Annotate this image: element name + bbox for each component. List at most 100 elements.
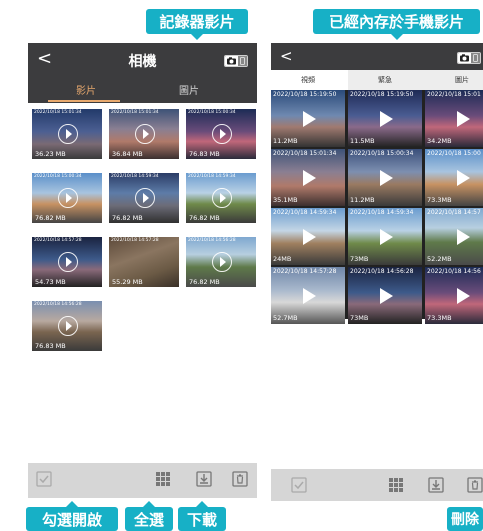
play-icon[interactable] <box>58 188 78 208</box>
tab-photos[interactable]: 圖片 <box>455 75 469 85</box>
video-thumbnail[interactable]: 2022/10/18 14:57:28 54.73 MB <box>32 237 102 287</box>
play-icon[interactable] <box>135 188 155 208</box>
video-timestamp: 2022/10/18 15:00:34 <box>34 174 82 179</box>
video-thumbnail[interactable]: 2022/10/18 15:01:34 36.84 MB <box>109 109 179 159</box>
video-thumbnail[interactable]: 2022/10/18 15:19:50 11.2MB <box>271 90 345 147</box>
phone-storage-screen: < 視頻 緊急 圖片 2022/10/18 15:19:50 11.2MB 20… <box>271 43 483 324</box>
camera-phone-toggle[interactable] <box>224 55 248 67</box>
play-icon[interactable] <box>303 287 316 304</box>
recorder-videos-callout-text: 記錄器影片 <box>159 13 235 31</box>
camera-phone-toggle[interactable] <box>457 52 481 64</box>
video-timestamp: 2022/10/18 15:19:50 <box>273 91 337 98</box>
phone-videos-callout-text: 已經內存於手機影片 <box>328 13 464 31</box>
select-all-callout-text: 全選 <box>133 510 164 529</box>
download-callout-text: 下載 <box>186 510 217 529</box>
camera-icon[interactable] <box>458 53 471 63</box>
play-icon[interactable] <box>58 252 78 272</box>
play-icon[interactable] <box>380 110 393 127</box>
video-size: 73MB <box>350 314 369 322</box>
trash-icon[interactable] <box>232 471 248 487</box>
check-icon[interactable] <box>36 471 52 487</box>
play-icon[interactable] <box>457 110 470 127</box>
video-size: 76.82 MB <box>189 278 220 286</box>
video-thumbnail[interactable]: 2022/10/18 15:01:34 35.1MB <box>271 149 345 206</box>
trash-icon[interactable] <box>467 477 483 493</box>
play-icon[interactable] <box>457 228 470 245</box>
video-size: 11.5MB <box>350 137 375 145</box>
video-thumbnail[interactable]: 2022/10/18 15:00 73.3MB <box>425 149 483 206</box>
video-thumbnail[interactable]: 2022/10/18 15:00:34 76.83 MB <box>186 109 256 159</box>
video-timestamp: 2022/10/18 14:59:34 <box>273 209 337 216</box>
video-size: 73MB <box>350 255 369 263</box>
video-thumbnail[interactable]: 2022/10/18 14:57:28 55.29 MB <box>109 237 179 287</box>
play-icon[interactable] <box>380 169 393 186</box>
video-thumbnail[interactable]: 2022/10/18 14:59:34 76.82 MB <box>186 173 256 223</box>
video-size: 36.84 MB <box>112 150 143 158</box>
play-icon[interactable] <box>212 252 232 272</box>
video-thumbnail[interactable]: 2022/10/18 15:00:34 76.82 MB <box>32 173 102 223</box>
video-thumbnail[interactable]: 2022/10/18 14:56:28 76.83 MB <box>32 301 102 351</box>
play-icon[interactable] <box>303 110 316 127</box>
video-timestamp: 2022/10/18 15:01 <box>427 91 481 98</box>
back-button[interactable]: < <box>280 47 293 65</box>
play-icon[interactable] <box>380 287 393 304</box>
video-timestamp: 2022/10/18 14:57:28 <box>34 238 82 243</box>
video-size: 76.82 MB <box>189 214 220 222</box>
phone-icon[interactable] <box>471 53 480 63</box>
video-timestamp: 2022/10/18 14:57:28 <box>273 268 337 275</box>
video-size: 52.7MB <box>273 314 298 322</box>
video-thumbnail[interactable]: 2022/10/18 15:19:50 11.5MB <box>348 90 422 147</box>
tab-emergency[interactable]: 緊急 <box>378 75 392 85</box>
download-icon[interactable] <box>428 477 444 493</box>
play-icon[interactable] <box>303 228 316 245</box>
delete-callout-text: 刪除 <box>451 512 479 528</box>
video-size: 11.2MB <box>350 196 375 204</box>
video-timestamp: 2022/10/18 14:56:28 <box>350 268 414 275</box>
phone-icon[interactable] <box>238 56 247 66</box>
video-timestamp: 2022/10/18 14:59:34 <box>350 209 414 216</box>
video-thumbnail[interactable]: 2022/10/18 14:56 73.3MB <box>425 267 483 324</box>
video-size: 73.3MB <box>427 196 452 204</box>
video-thumbnail[interactable]: 2022/10/18 14:59:34 73MB <box>348 208 422 265</box>
play-icon[interactable] <box>58 124 78 144</box>
video-thumbnail[interactable]: 2022/10/18 15:00:34 11.2MB <box>348 149 422 206</box>
page-title: 相機 <box>128 54 157 70</box>
video-timestamp: 2022/10/18 14:59:34 <box>111 174 159 179</box>
play-icon[interactable] <box>135 124 155 144</box>
video-thumbnail[interactable]: 2022/10/18 14:57 52.2MB <box>425 208 483 265</box>
play-icon[interactable] <box>303 169 316 186</box>
play-icon[interactable] <box>457 169 470 186</box>
play-icon[interactable] <box>457 287 470 304</box>
tab-videos[interactable]: 視頻 <box>301 75 315 85</box>
video-thumbnail[interactable]: 2022/10/18 15:01 34.2MB <box>425 90 483 147</box>
video-timestamp: 2022/10/18 14:56:28 <box>34 302 82 307</box>
camera-icon[interactable] <box>225 56 238 66</box>
video-timestamp: 2022/10/18 14:57:28 <box>111 238 159 243</box>
play-icon[interactable] <box>380 228 393 245</box>
download-callout: 下載 <box>178 501 226 531</box>
video-thumbnail[interactable]: 2022/10/18 14:59:34 76.82 MB <box>109 173 179 223</box>
grid-icon[interactable] <box>155 471 171 487</box>
select-enable-callout: 勾選開啟 <box>26 501 118 531</box>
video-timestamp: 2022/10/18 15:19:50 <box>350 91 414 98</box>
select-enable-callout-text: 勾選開啟 <box>41 510 102 529</box>
recorder-videos-callout: 記錄器影片 <box>146 9 248 40</box>
play-icon[interactable] <box>212 124 232 144</box>
video-thumbnail[interactable]: 2022/10/18 14:57:28 52.7MB <box>271 267 345 324</box>
tab-videos[interactable]: 影片 <box>76 82 96 97</box>
video-timestamp: 2022/10/18 14:59:34 <box>188 174 236 179</box>
check-icon[interactable] <box>291 477 307 493</box>
video-thumbnail[interactable]: 2022/10/18 15:01:34 36.23 MB <box>32 109 102 159</box>
tab-photos[interactable]: 圖片 <box>179 82 199 97</box>
play-icon[interactable] <box>58 316 78 336</box>
recorder-header: < 相機 <box>28 43 257 78</box>
video-timestamp: 2022/10/18 15:01:34 <box>34 110 82 115</box>
video-thumbnail[interactable]: 2022/10/18 14:56:28 76.82 MB <box>186 237 256 287</box>
video-thumbnail[interactable]: 2022/10/18 14:56:28 73MB <box>348 267 422 324</box>
video-thumbnail[interactable]: 2022/10/18 14:59:34 24MB <box>271 208 345 265</box>
grid-icon[interactable] <box>388 477 404 493</box>
phone-storage-header: < <box>271 43 483 70</box>
download-icon[interactable] <box>196 471 212 487</box>
recorder-screen: < 相機 影片 圖片 2022/10/18 15:01:34 36.23 MB … <box>28 43 257 388</box>
play-icon[interactable] <box>212 188 232 208</box>
